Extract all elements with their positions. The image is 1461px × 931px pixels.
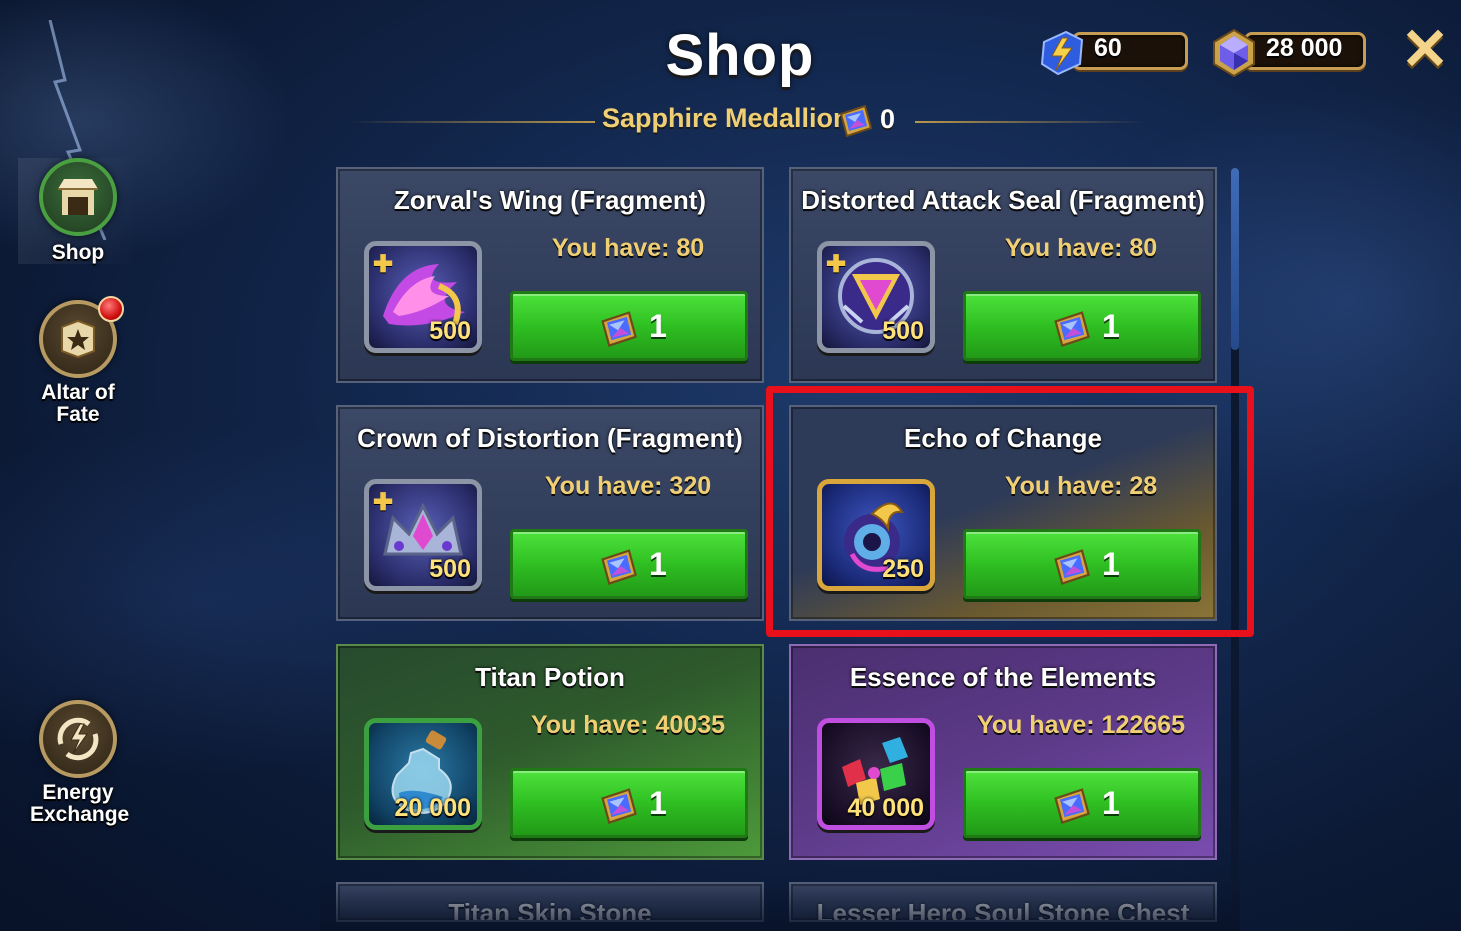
item-icon-distorted-attack-seal[interactable]: ✚ 500 xyxy=(817,241,935,353)
sapphire-medallion-icon xyxy=(601,311,637,348)
shop-card-titan-skin-stone[interactable]: Titan Skin Stone xyxy=(336,882,764,922)
shop-card-zorvals-wing: Zorval's Wing (Fragment) You have: 80 ✚ … xyxy=(336,167,764,383)
item-name: Essence of the Elements xyxy=(849,662,1157,692)
owned-count: You have: 320 xyxy=(544,472,712,500)
price: 1 xyxy=(1102,308,1120,344)
item-name: Titan Skin Stone xyxy=(448,898,652,922)
sidebar-item-label: Altar of Fate xyxy=(41,381,115,426)
energy-counter[interactable]: 60 xyxy=(1036,28,1188,76)
buy-button[interactable]: 1 xyxy=(510,291,748,361)
item-quantity: 500 xyxy=(882,317,924,345)
sidebar-item-label: Shop xyxy=(51,241,105,264)
item-icon-crown-of-distortion[interactable]: ✚ 500 xyxy=(364,479,482,591)
notification-dot xyxy=(98,296,124,322)
item-quantity: 500 xyxy=(429,555,471,583)
fragment-icon: ✚ xyxy=(826,251,847,278)
buy-button[interactable]: 1 xyxy=(963,768,1201,838)
shop-card-distorted-attack-seal: Distorted Attack Seal (Fragment) You hav… xyxy=(789,167,1217,383)
sapphire-medallion-icon xyxy=(1054,311,1090,348)
price: 1 xyxy=(649,308,667,344)
item-name: Zorval's Wing (Fragment) xyxy=(393,185,707,215)
item-icon-titan-potion[interactable]: 20 000 xyxy=(364,718,482,830)
item-quantity: 20 000 xyxy=(394,794,471,822)
shop-card-titan-potion: Titan Potion You have: 40035 20 000 1 xyxy=(336,644,764,860)
buy-button[interactable]: 1 xyxy=(963,291,1201,361)
item-name: Titan Potion xyxy=(475,662,625,692)
gems-counter[interactable]: 28 000 xyxy=(1208,28,1368,78)
shop-card-lesser-hero-soul-stone-chest[interactable]: Lesser Hero Soul Stone Chest xyxy=(789,882,1217,922)
energy-value: 60 xyxy=(1094,34,1122,62)
item-icon-zorvals-wing[interactable]: ✚ 500 xyxy=(364,241,482,353)
sidebar-item-label: Energy Exchange xyxy=(30,781,130,826)
divider xyxy=(350,121,595,123)
medallion-count: 0 xyxy=(880,104,896,134)
price: 1 xyxy=(649,546,667,582)
close-button[interactable]: ✕ xyxy=(1398,21,1452,80)
scrollbar-thumb[interactable] xyxy=(1231,168,1239,350)
sapphire-medallion-icon xyxy=(601,788,637,825)
sidebar-item-energy-exchange[interactable]: Energy Exchange xyxy=(18,700,138,826)
shop-card-crown-of-distortion: Crown of Distortion (Fragment) You have:… xyxy=(336,405,764,621)
price: 1 xyxy=(649,785,667,821)
sidebar-item-altar-of-fate[interactable]: Altar of Fate xyxy=(18,296,138,426)
sidebar-item-shop[interactable]: Shop xyxy=(18,158,138,264)
owned-count: You have: 80 xyxy=(1004,234,1158,262)
buy-button[interactable]: 1 xyxy=(510,529,748,599)
item-icon-essence-of-the-elements[interactable]: 40 000 xyxy=(817,718,935,830)
shop-icon xyxy=(58,179,98,215)
star-icon xyxy=(61,319,95,359)
currency-subtitle-row: Sapphire Medallion 0 xyxy=(340,98,1220,144)
sapphire-medallion-icon xyxy=(1054,788,1090,825)
energy-exchange-icon xyxy=(57,717,99,761)
buy-button[interactable]: 1 xyxy=(510,768,748,838)
divider xyxy=(915,121,1145,123)
fragment-icon: ✚ xyxy=(373,251,394,278)
emerald-gem-icon xyxy=(1213,28,1255,78)
owned-count: You have: 80 xyxy=(551,234,705,262)
close-icon: ✕ xyxy=(1400,17,1450,82)
price: 1 xyxy=(1102,785,1120,821)
owned-count: You have: 122665 xyxy=(977,711,1185,739)
shop-currency-name: Sapphire Medallion xyxy=(602,103,850,133)
page-title: Shop xyxy=(665,23,815,88)
gems-value: 28 000 xyxy=(1266,34,1343,62)
highlight-box xyxy=(766,386,1254,637)
shop-card-essence-of-the-elements: Essence of the Elements You have: 122665… xyxy=(789,644,1217,860)
item-name: Crown of Distortion (Fragment) xyxy=(357,423,743,453)
item-name: Distorted Attack Seal (Fragment) xyxy=(801,185,1205,215)
owned-count: You have: 40035 xyxy=(530,711,726,739)
sapphire-medallion-icon xyxy=(601,549,637,586)
energy-icon xyxy=(1040,30,1084,76)
item-quantity: 500 xyxy=(429,317,471,345)
sapphire-medallion-icon xyxy=(839,104,873,138)
item-quantity: 40 000 xyxy=(847,794,924,822)
item-name: Lesser Hero Soul Stone Chest xyxy=(816,898,1190,922)
fragment-icon: ✚ xyxy=(373,489,394,516)
